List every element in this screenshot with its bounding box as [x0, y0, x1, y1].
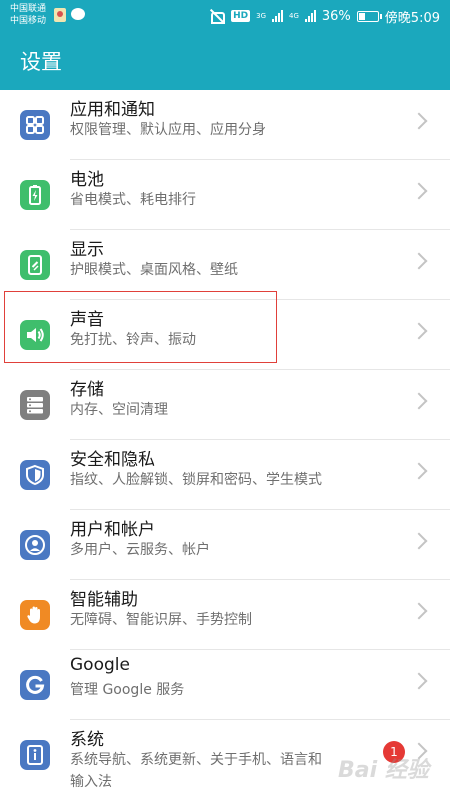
- battery-fill: [358, 12, 365, 20]
- carrier-labels: 中国联通 中国移动: [10, 3, 46, 27]
- hand-icon: [20, 600, 50, 630]
- signal-1-icon: [272, 10, 283, 22]
- item-title: 应用和通知: [70, 100, 155, 120]
- item-subtitle: 省电模式、耗电排行: [70, 192, 196, 208]
- chevron-right-icon: [410, 252, 428, 270]
- settings-item-sound[interactable]: 声音 免打扰、铃声、振动: [0, 300, 450, 370]
- settings-item-assist[interactable]: 智能辅助 无障碍、智能识屏、手势控制: [0, 580, 450, 650]
- item-subtitle-line2: 输入法: [70, 774, 112, 790]
- item-title: 智能辅助: [70, 590, 138, 610]
- display-icon: [20, 250, 50, 280]
- item-subtitle: 护眼模式、桌面风格、壁纸: [70, 262, 238, 278]
- settings-item-google[interactable]: Google 管理 Google 服务: [0, 650, 450, 720]
- storage-icon: [20, 390, 50, 420]
- item-subtitle: 管理 Google 服务: [70, 682, 185, 698]
- item-title: 用户和帐户: [70, 520, 155, 540]
- apps-grid-icon: [20, 110, 50, 140]
- chevron-right-icon: [410, 112, 428, 130]
- battery-percent: 36%: [321, 8, 351, 24]
- page-title: 设置: [20, 50, 62, 74]
- mute-icon: [209, 8, 226, 24]
- location-notification-icon: [54, 8, 66, 22]
- item-subtitle: 指纹、人脸解锁、锁屏和密码、学生模式: [70, 472, 322, 488]
- status-bar: 中国联通 中国移动 HD 3G 4G 36% 傍晚5:09: [0, 0, 450, 32]
- settings-item-security[interactable]: 安全和隐私 指纹、人脸解锁、锁屏和密码、学生模式: [0, 440, 450, 510]
- item-title: 显示: [70, 240, 104, 260]
- item-title: 系统: [70, 730, 104, 750]
- net-3g-label: 3G: [256, 12, 266, 20]
- network-type-3g: 3G: [256, 12, 266, 20]
- carrier-1: 中国联通: [10, 4, 47, 14]
- message-notification-icon: [71, 8, 85, 20]
- settings-item-apps[interactable]: 应用和通知 权限管理、默认应用、应用分身: [0, 90, 450, 160]
- item-title: 声音: [70, 310, 104, 330]
- hd-icon: HD: [231, 10, 251, 22]
- user-icon: [20, 530, 50, 560]
- item-subtitle: 免打扰、铃声、振动: [70, 332, 196, 348]
- item-subtitle: 无障碍、智能识屏、手势控制: [70, 612, 252, 628]
- settings-item-storage[interactable]: 存储 内存、空间清理: [0, 370, 450, 440]
- watermark: Bai 经验: [338, 758, 429, 783]
- clock: 傍晚5:09: [384, 10, 440, 26]
- settings-item-battery[interactable]: 电池 省电模式、耗电排行: [0, 160, 450, 230]
- network-type-4g: 4G: [289, 12, 299, 20]
- signal-2-icon: [304, 10, 316, 22]
- shield-icon: [20, 460, 50, 490]
- chevron-right-icon: [410, 182, 428, 200]
- settings-item-users[interactable]: 用户和帐户 多用户、云服务、帐户: [0, 510, 450, 580]
- battery-icon: [356, 10, 382, 22]
- item-title: 存储: [70, 380, 104, 400]
- chevron-right-icon: [410, 462, 428, 480]
- app-bar: 设置: [0, 32, 450, 90]
- item-subtitle: 权限管理、默认应用、应用分身: [70, 122, 266, 138]
- item-subtitle: 系统导航、系统更新、关于手机、语言和: [70, 752, 322, 768]
- settings-item-display[interactable]: 显示 护眼模式、桌面风格、壁纸: [0, 230, 450, 300]
- chevron-right-icon: [410, 602, 428, 620]
- sound-icon: [20, 320, 50, 350]
- item-subtitle: 内存、空间清理: [70, 402, 168, 418]
- battery-icon: [20, 180, 50, 210]
- net-4g-label: 4G: [289, 12, 299, 20]
- item-title: Google: [70, 655, 130, 675]
- status-right: HD 3G 4G 36% 傍晚5:09: [209, 6, 440, 26]
- item-subtitle: 多用户、云服务、帐户: [70, 542, 210, 558]
- carrier-2: 中国移动: [10, 16, 47, 26]
- chevron-right-icon: [410, 392, 428, 410]
- item-title: 安全和隐私: [70, 450, 155, 470]
- chevron-right-icon: [410, 672, 428, 690]
- google-icon: [20, 670, 50, 700]
- item-title: 电池: [70, 170, 104, 190]
- chevron-right-icon: [410, 532, 428, 550]
- system-info-icon: [20, 740, 50, 770]
- chevron-right-icon: [410, 322, 428, 340]
